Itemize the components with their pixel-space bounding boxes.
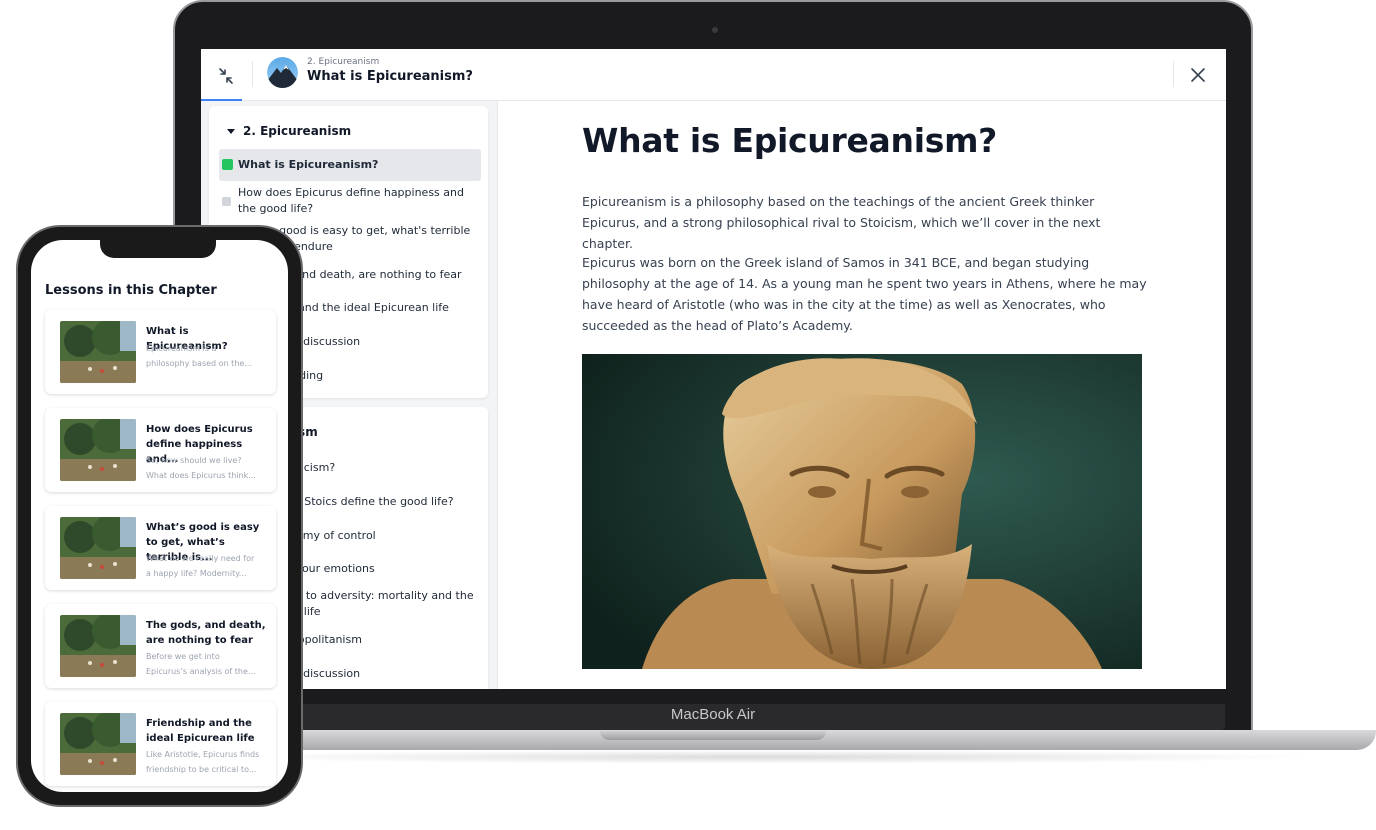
lesson-card[interactable]: What’s good is easy to get, what’s terri… <box>45 506 276 590</box>
lesson-label: What is Epicureanism? <box>238 158 379 171</box>
lesson-list-icon <box>222 159 233 170</box>
lesson-card-excerpt: What do we really need for <box>146 554 255 563</box>
phone-section-title: Lessons in this Chapter <box>45 283 217 298</box>
lesson-list-icon <box>222 197 231 206</box>
divider <box>1173 61 1174 87</box>
laptop-camera <box>712 27 718 33</box>
lesson-thumbnail <box>60 517 136 579</box>
lesson-card-excerpt: Epicureanism is a <box>146 344 217 353</box>
phone-screen: Lessons in this Chapter What is Epicurea… <box>31 240 288 792</box>
breadcrumb[interactable]: 2. Epicureanism <box>307 57 379 67</box>
close-icon[interactable] <box>1189 66 1207 84</box>
laptop-base-notch <box>600 731 826 740</box>
lesson-card-excerpt: What does Epicurus think... <box>146 471 256 480</box>
lesson-card[interactable]: Friendship and the ideal Epicurean life … <box>45 702 276 786</box>
laptop-shadow <box>200 750 1325 764</box>
lesson-card-title: The gods, and death, are nothing to fear <box>146 620 266 646</box>
sidebar-lesson-active[interactable]: What is Epicureanism? <box>219 149 481 181</box>
divider <box>252 61 253 87</box>
collapse-arrows-icon[interactable] <box>215 65 237 87</box>
divider <box>497 101 498 689</box>
lesson-card-excerpt: philosophy based on the... <box>146 359 252 368</box>
epicurus-bust-image <box>582 354 1142 669</box>
chapter-title: 2. Epicureanism <box>243 124 352 138</box>
device-mockup: MacBook Air 2. Epicureanism What is Epic… <box>0 0 1376 830</box>
lesson-card-excerpt: Epicurus’s analysis of the... <box>146 667 256 676</box>
chevron-down-icon <box>227 129 235 134</box>
laptop-screen: 2. Epicureanism What is Epicureanism? 2.… <box>201 49 1226 689</box>
lesson-thumbnail <box>60 615 136 677</box>
lesson-card-excerpt: Like Aristotle, Epicurus finds <box>146 750 260 759</box>
article-paragraph: Epicurus was born on the Greek island of… <box>582 255 1147 333</box>
chapter-header[interactable]: 2. Epicureanism <box>227 124 351 138</box>
page-title: What is Epicureanism? <box>307 69 473 84</box>
lesson-thumbnail <box>60 713 136 775</box>
lesson-card-excerpt: Before we get into <box>146 652 220 661</box>
lesson-thumbnail <box>60 419 136 481</box>
lesson-card[interactable]: What is Epicureanism? Epicureanism is a … <box>45 310 276 394</box>
lesson-card-excerpt: So, how should we live? <box>146 456 242 465</box>
phone-notch <box>100 240 216 258</box>
lesson-card[interactable]: How does Epicurus define happiness and..… <box>45 408 276 492</box>
lesson-card-title: Friendship and the ideal Epicurean life <box>146 718 255 744</box>
phone-frame: Lessons in this Chapter What is Epicurea… <box>16 225 303 807</box>
lesson-card-excerpt: friendship to be critical to... <box>146 765 257 774</box>
lesson-label: How does Epicurus define happiness and t… <box>238 186 464 215</box>
article-heading: What is Epicureanism? <box>582 121 997 160</box>
lesson-topbar: 2. Epicureanism What is Epicureanism? <box>201 49 1226 101</box>
lesson-card[interactable]: The gods, and death, are nothing to fear… <box>45 604 276 688</box>
sidebar-lesson[interactable]: How does Epicurus define happiness and t… <box>219 185 481 217</box>
course-logo <box>267 57 298 88</box>
lesson-card-excerpt: a happy life? Modernity... <box>146 569 247 578</box>
lesson-thumbnail <box>60 321 136 383</box>
article-paragraph: Epicureanism is a philosophy based on th… <box>582 194 1101 251</box>
